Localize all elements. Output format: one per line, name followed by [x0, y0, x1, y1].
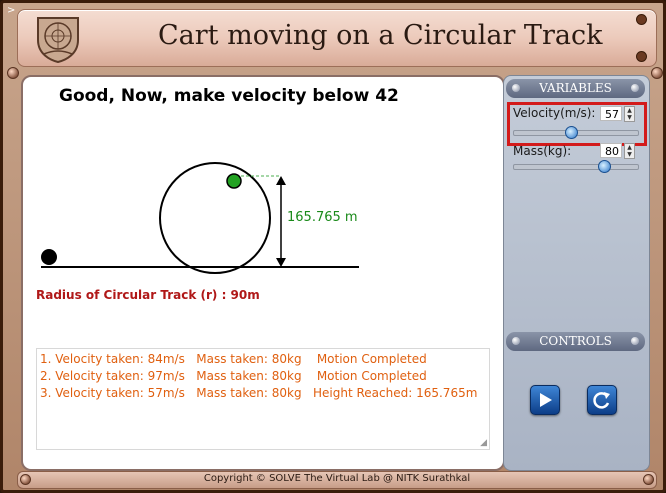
close-button[interactable]: [636, 51, 647, 62]
mass-slider[interactable]: [513, 164, 639, 170]
page-title: Cart moving on a Circular Track: [158, 20, 603, 51]
simulation-area: Good, Now, make velocity below 42 165.76…: [21, 75, 505, 471]
stepper-down-icon[interactable]: ▼: [625, 151, 634, 158]
height-arrow-head-up: [276, 176, 286, 185]
header-bar: Cart moving on a Circular Track: [17, 9, 657, 67]
header-dot-icon: [631, 84, 639, 92]
circular-track: [159, 162, 271, 274]
corner-mark: >: [7, 5, 16, 16]
reset-button[interactable]: [587, 385, 617, 415]
velocity-slider-thumb[interactable]: [565, 126, 578, 139]
log-row: 2. Velocity taken: 97m/s Mass taken: 80k…: [40, 369, 427, 383]
institute-seal-logo: [37, 17, 79, 64]
app-window: > Cart moving on a Circular Track Good, …: [0, 0, 666, 493]
velocity-input[interactable]: 57: [600, 106, 622, 121]
mass-stepper[interactable]: ▲ ▼: [624, 143, 635, 159]
copyright-text: Copyright © SOLVE The Virtual Lab @ NITK…: [203, 473, 471, 484]
height-label: 165.765 m: [287, 210, 358, 225]
variables-header-label: VARIABLES: [539, 81, 612, 95]
results-log[interactable]: 1. Velocity taken: 84m/s Mass taken: 80k…: [36, 348, 490, 450]
track-diagram: 165.765 m: [41, 162, 359, 274]
mass-input[interactable]: 80: [600, 143, 622, 158]
play-icon: [540, 393, 552, 407]
mass-label: Mass(kg):: [513, 144, 572, 158]
side-panel: VARIABLES Velocity(m/s): 57 ▲ ▼ Mass(kg)…: [503, 75, 650, 471]
log-row: 3. Velocity taken: 57m/s Mass taken: 80k…: [40, 386, 478, 400]
velocity-control-highlight: Velocity(m/s): 57 ▲ ▼: [507, 102, 647, 146]
header-dot-icon: [631, 337, 639, 345]
resize-grip-icon[interactable]: ◢: [480, 438, 487, 448]
height-arrow-head-down: [276, 258, 286, 267]
stepper-up-icon[interactable]: ▲: [625, 107, 634, 114]
rivet-icon: [651, 67, 663, 79]
footer-bar: Copyright © SOLVE The Virtual Lab @ NITK…: [17, 471, 657, 489]
starting-ball: [41, 249, 57, 265]
mass-slider-thumb[interactable]: [598, 160, 611, 173]
variables-header: VARIABLES: [506, 79, 645, 98]
velocity-label: Velocity(m/s):: [513, 106, 596, 120]
minimize-button[interactable]: [636, 14, 647, 25]
stepper-up-icon[interactable]: ▲: [625, 144, 634, 151]
controls-header-label: CONTROLS: [539, 334, 612, 348]
log-row: 1. Velocity taken: 84m/s Mass taken: 80k…: [40, 352, 427, 366]
radius-label: Radius of Circular Track (r) : 90m: [36, 288, 260, 302]
controls-header: CONTROLS: [506, 332, 645, 351]
play-button[interactable]: [530, 385, 560, 415]
rivet-icon: [643, 474, 654, 485]
stepper-down-icon[interactable]: ▼: [625, 114, 634, 121]
cart-ball: [226, 173, 242, 189]
velocity-stepper[interactable]: ▲ ▼: [624, 106, 635, 122]
rivet-icon: [7, 67, 19, 79]
reset-icon: [593, 392, 610, 409]
